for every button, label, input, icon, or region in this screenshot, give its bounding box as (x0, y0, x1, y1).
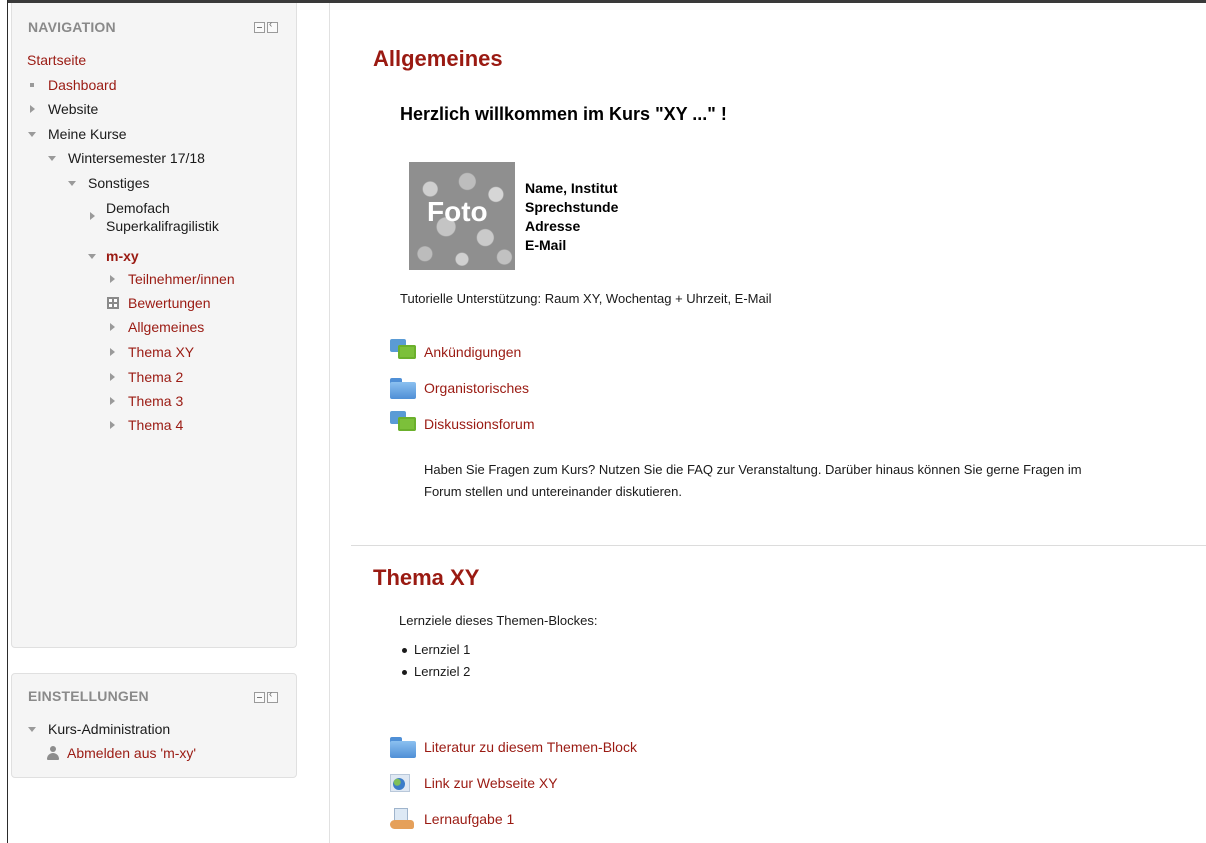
nav-item-other-course[interactable]: Demofach Superkalifragilistik (87, 199, 219, 235)
sidebar-separator (329, 3, 330, 843)
nav-topic-3-link[interactable]: Thema 3 (128, 393, 183, 409)
grades-icon (107, 297, 119, 309)
nav-current-course-link[interactable]: m-xy (106, 248, 139, 264)
collapse-block-icon[interactable] (254, 22, 265, 33)
expand-arrow-icon[interactable] (110, 348, 115, 356)
expand-arrow-icon[interactable] (30, 105, 35, 113)
expand-arrow-icon[interactable] (110, 397, 115, 405)
learning-goals-intro: Lernziele dieses Themen-Blockes: (399, 613, 598, 628)
nav-item-participants[interactable]: Teilnehmer/innen (107, 270, 235, 288)
contact-office-hours: Sprechstunde (525, 199, 619, 215)
nav-dashboard-link[interactable]: Dashboard (48, 77, 117, 93)
forum-icon (390, 339, 417, 363)
navigation-block-controls (254, 19, 278, 33)
expand-arrow-icon[interactable] (110, 373, 115, 381)
nav-item-topic-3[interactable]: Thema 3 (107, 392, 183, 410)
teacher-photo: Foto (409, 162, 515, 270)
collapse-arrow-icon[interactable] (48, 156, 56, 161)
user-icon (46, 746, 60, 760)
nav-other-course-line2[interactable]: Superkalifragilistik (106, 217, 219, 235)
nav-website-label[interactable]: Website (48, 101, 98, 117)
collapse-arrow-icon[interactable] (28, 132, 36, 137)
nav-item-general[interactable]: Allgemeines (107, 318, 204, 336)
section-title-general[interactable]: Allgemeines (373, 46, 503, 72)
nav-item-topic-xy[interactable]: Thema XY (107, 343, 194, 361)
forum-description-line2: Forum stellen und untereinander diskutie… (424, 484, 682, 499)
nav-home-link[interactable]: Startseite (27, 52, 86, 68)
nav-category-label[interactable]: Sonstiges (88, 175, 149, 191)
settings-item-course-admin[interactable]: Kurs-Administration (27, 720, 170, 738)
nav-topic-4-link[interactable]: Thema 4 (128, 417, 183, 433)
window-frame (0, 0, 8, 843)
assignment-link[interactable]: Lernaufgabe 1 (424, 811, 514, 827)
literature-link[interactable]: Literatur zu diesem Themen-Block (424, 739, 637, 755)
forum-icon (390, 411, 417, 435)
course-admin-label[interactable]: Kurs-Administration (48, 721, 170, 737)
announcements-link[interactable]: Ankündigungen (424, 344, 521, 360)
nav-item-current-course[interactable]: m-xy (87, 247, 139, 265)
nav-item-grades[interactable]: Bewertungen (107, 294, 211, 312)
nav-semester-label[interactable]: Wintersemester 17/18 (68, 150, 205, 166)
nav-item-my-courses[interactable]: Meine Kurse (27, 125, 127, 143)
expand-arrow-icon[interactable] (110, 323, 115, 331)
nav-topic-2-link[interactable]: Thema 2 (128, 369, 183, 385)
expand-arrow-icon[interactable] (110, 275, 115, 283)
learning-goal-item: Lernziel 2 (399, 661, 470, 683)
discussion-forum-link[interactable]: Diskussionsforum (424, 416, 534, 432)
nav-my-courses-label[interactable]: Meine Kurse (48, 126, 127, 142)
collapse-arrow-icon[interactable] (88, 254, 96, 259)
folder-icon (390, 375, 417, 399)
nav-item-topic-2[interactable]: Thema 2 (107, 368, 183, 386)
bullet-icon (30, 83, 34, 87)
photo-placeholder-label: Foto (427, 196, 488, 227)
collapse-arrow-icon[interactable] (28, 727, 36, 732)
organisational-link[interactable]: Organistorisches (424, 380, 529, 396)
navigation-header: NAVIGATION (28, 19, 116, 35)
settings-item-unenrol[interactable]: Abmelden aus 'm-xy' (46, 744, 196, 762)
contact-email: E-Mail (525, 237, 567, 253)
collapse-block-icon[interactable] (254, 692, 265, 703)
nav-item-topic-4[interactable]: Thema 4 (107, 416, 183, 434)
expand-arrow-icon[interactable] (110, 421, 115, 429)
assignment-icon (390, 806, 417, 830)
nav-other-course-line1[interactable]: Demofach (106, 199, 219, 217)
nav-item-website[interactable]: Website (27, 100, 98, 118)
nav-grades-link[interactable]: Bewertungen (128, 295, 211, 311)
nav-item-category[interactable]: Sonstiges (67, 174, 149, 192)
nav-item-dashboard[interactable]: Dashboard (27, 76, 117, 94)
nav-item-semester[interactable]: Wintersemester 17/18 (47, 149, 205, 167)
settings-block-controls (254, 689, 278, 703)
learning-goal-item: Lernziel 1 (399, 639, 470, 661)
dock-block-icon[interactable] (267, 689, 278, 703)
forum-description: Haben Sie Fragen zum Kurs? Nutzen Sie di… (424, 459, 1082, 503)
folder-icon (390, 734, 417, 758)
navigation-block: NAVIGATION Startseite Dashboard Website … (11, 3, 297, 648)
dock-block-icon[interactable] (267, 19, 278, 33)
section-divider (351, 545, 1206, 546)
nav-item-home[interactable]: Startseite (27, 51, 86, 69)
unenrol-link[interactable]: Abmelden aus 'm-xy' (67, 745, 196, 761)
nav-general-link[interactable]: Allgemeines (128, 319, 204, 335)
website-link[interactable]: Link zur Webseite XY (424, 775, 558, 791)
nav-topic-xy-link[interactable]: Thema XY (128, 344, 194, 360)
settings-header: EINSTELLUNGEN (28, 688, 149, 704)
settings-block: EINSTELLUNGEN Kurs-Administration Abmeld… (11, 673, 297, 778)
welcome-heading: Herzlich willkommen im Kurs "XY ..." ! (400, 104, 727, 124)
learning-goals-list: Lernziel 1 Lernziel 2 (399, 639, 470, 683)
collapse-arrow-icon[interactable] (68, 181, 76, 186)
nav-participants-link[interactable]: Teilnehmer/innen (128, 271, 235, 287)
contact-address: Adresse (525, 218, 581, 234)
contact-name: Name, Institut (525, 180, 618, 196)
section-title-topic[interactable]: Thema XY (373, 565, 479, 591)
url-icon (390, 770, 417, 794)
forum-description-line1: Haben Sie Fragen zum Kurs? Nutzen Sie di… (424, 462, 1082, 477)
tutorial-info: Tutorielle Unterstützung: Raum XY, Woche… (400, 291, 772, 306)
expand-arrow-icon[interactable] (90, 212, 95, 220)
